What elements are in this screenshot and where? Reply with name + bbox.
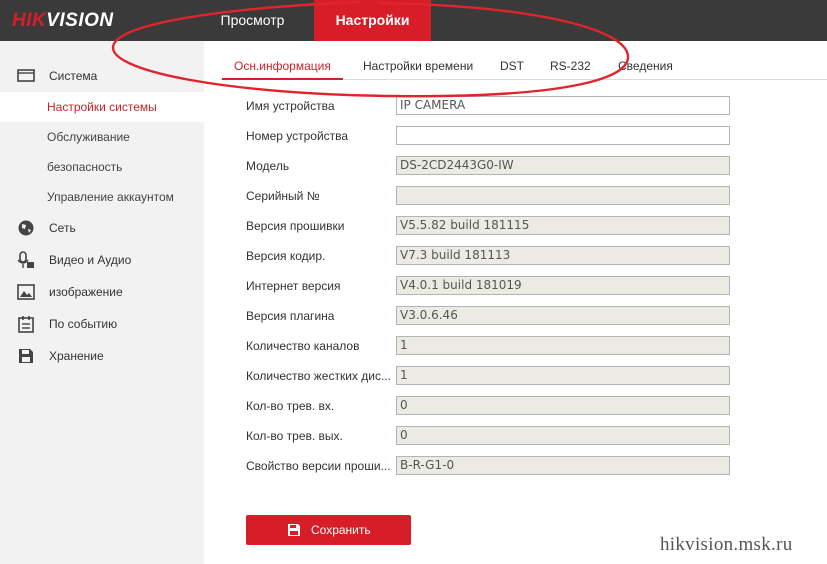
- hdd-count-field: 1: [396, 366, 730, 385]
- top-header: HIKVISION Просмотр Настройки: [0, 0, 827, 41]
- sidebar-sub-label: Настройки системы: [47, 100, 157, 114]
- sidebar-sub-system-settings[interactable]: Настройки системы: [0, 92, 204, 122]
- sidebar-item-label: По событию: [49, 317, 118, 331]
- device-name-input[interactable]: IP CAMERA: [396, 96, 730, 115]
- settings-subtabs: Осн.информация Настройки времени DST RS-…: [220, 52, 827, 80]
- watermark: hikvision.msk.ru: [660, 534, 793, 555]
- firmware-version-field: V5.5.82 build 181115: [396, 216, 730, 235]
- firmware-property-field: B-R-G1-0: [396, 456, 730, 475]
- plugin-version-field: V3.0.6.46: [396, 306, 730, 325]
- field-label: Кол-во трев. вых.: [246, 429, 343, 443]
- tab-time-settings[interactable]: Настройки времени: [363, 52, 473, 80]
- row-model: Модель DS-2CD2443G0-IW: [246, 156, 736, 178]
- sidebar-item-storage[interactable]: Хранение: [0, 341, 204, 371]
- sidebar-item-video-audio[interactable]: Видео и Аудио: [0, 245, 204, 275]
- sidebar-item-label: Сеть: [49, 221, 76, 235]
- row-channel-count: Количество каналов 1: [246, 336, 736, 358]
- field-label: Модель: [246, 159, 290, 173]
- floppy-disk-icon: [288, 524, 300, 536]
- sidebar-item-image[interactable]: изображение: [0, 277, 204, 307]
- encoding-version-field: V7.3 build 181113: [396, 246, 730, 265]
- save-button-label: Сохранить: [311, 523, 371, 537]
- row-plugin-version: Версия плагина V3.0.6.46: [246, 306, 736, 328]
- sidebar-sub-label: Обслуживание: [47, 130, 130, 144]
- row-web-version: Интернет версия V4.0.1 build 181019: [246, 276, 736, 298]
- tab-basic-info[interactable]: Осн.информация: [222, 52, 343, 80]
- image-icon: [17, 284, 35, 300]
- field-label: Версия кодир.: [246, 249, 326, 263]
- sidebar-sub-account-management[interactable]: Управление аккаунтом: [0, 182, 204, 212]
- row-serial: Серийный №: [246, 186, 736, 208]
- calendar-icon: [18, 316, 34, 333]
- nav-tab-settings[interactable]: Настройки: [314, 0, 431, 41]
- row-alarm-inputs: Кол-во трев. вх. 0: [246, 396, 736, 418]
- alarm-inputs-field: 0: [396, 396, 730, 415]
- sidebar-item-label: изображение: [49, 285, 123, 299]
- sidebar-sub-label: безопасность: [47, 160, 123, 174]
- field-label: Количество каналов: [246, 339, 360, 353]
- alarm-outputs-field: 0: [396, 426, 730, 445]
- monitor-icon: [17, 69, 35, 82]
- row-firmware-property: Свойство версии проши... B-R-G1-0: [246, 456, 736, 478]
- row-hdd-count: Количество жестких дис... 1: [246, 366, 736, 388]
- sidebar: Система Настройки системы Обслуживание б…: [0, 41, 204, 564]
- serial-field: [396, 186, 730, 205]
- sidebar-item-label: Хранение: [49, 349, 104, 363]
- logo-red-part: HIK: [12, 10, 47, 31]
- field-label: Свойство версии проши...: [246, 459, 391, 473]
- globe-icon: [18, 220, 34, 236]
- row-device-name: Имя устройства IP CAMERA: [246, 96, 736, 118]
- logo-white-part: VISION: [46, 10, 114, 31]
- field-label: Версия прошивки: [246, 219, 345, 233]
- field-label: Кол-во трев. вх.: [246, 399, 335, 413]
- tab-about[interactable]: Сведения: [618, 52, 673, 80]
- device-number-input[interactable]: [396, 126, 730, 145]
- field-label: Количество жестких дис...: [246, 369, 391, 383]
- sidebar-sub-security[interactable]: безопасность: [0, 152, 204, 182]
- tab-rs232[interactable]: RS-232: [550, 52, 591, 80]
- field-label: Серийный №: [246, 189, 320, 203]
- hikvision-logo: HIKVISION: [12, 10, 114, 32]
- sidebar-item-event[interactable]: По событию: [0, 309, 204, 339]
- channel-count-field: 1: [396, 336, 730, 355]
- nav-tab-preview[interactable]: Просмотр: [200, 0, 305, 41]
- sidebar-item-label: Видео и Аудио: [49, 253, 132, 267]
- row-alarm-outputs: Кол-во трев. вых. 0: [246, 426, 736, 448]
- floppy-disk-icon: [19, 349, 33, 363]
- sidebar-item-network[interactable]: Сеть: [0, 213, 204, 243]
- row-device-number: Номер устройства: [246, 126, 736, 148]
- web-version-field: V4.0.1 build 181019: [396, 276, 730, 295]
- field-label: Интернет версия: [246, 279, 341, 293]
- field-label: Номер устройства: [246, 129, 349, 143]
- row-encoding-version: Версия кодир. V7.3 build 181113: [246, 246, 736, 268]
- sidebar-sub-maintenance[interactable]: Обслуживание: [0, 122, 204, 152]
- microphone-camera-icon: [17, 251, 34, 268]
- row-firmware-version: Версия прошивки V5.5.82 build 181115: [246, 216, 736, 238]
- field-label: Имя устройства: [246, 99, 335, 113]
- tab-dst[interactable]: DST: [500, 52, 524, 80]
- sidebar-sub-label: Управление аккаунтом: [47, 190, 174, 204]
- model-field: DS-2CD2443G0-IW: [396, 156, 730, 175]
- field-label: Версия плагина: [246, 309, 335, 323]
- save-button[interactable]: Сохранить: [246, 515, 411, 545]
- sidebar-item-label: Система: [49, 69, 98, 83]
- sidebar-item-system[interactable]: Система: [0, 61, 204, 91]
